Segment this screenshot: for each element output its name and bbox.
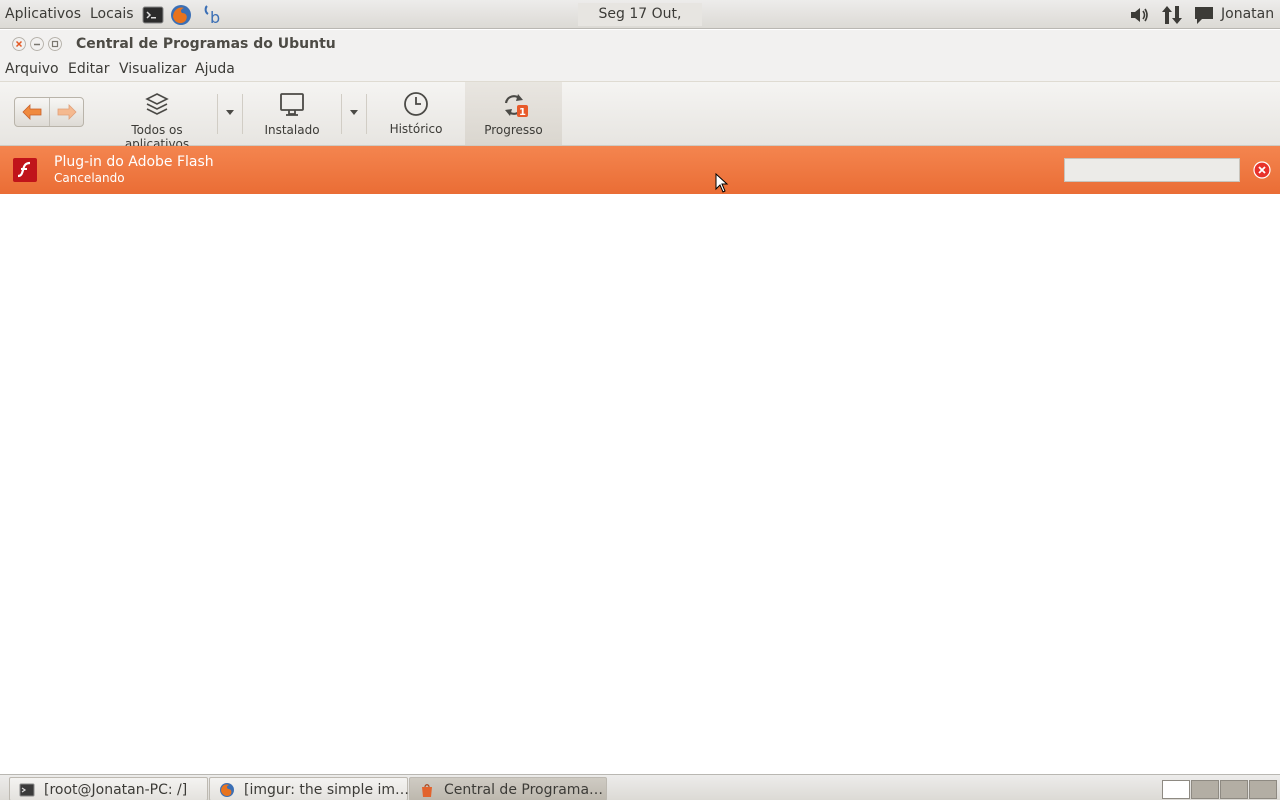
chevron-down-icon[interactable]	[349, 108, 359, 116]
taskbar-item-label: [root@Jonatan-PC: /]	[44, 782, 188, 798]
history-label: Histórico	[389, 122, 443, 136]
menu-edit[interactable]: Editar	[68, 61, 109, 77]
menu-view[interactable]: Visualizar	[119, 61, 186, 77]
firefox-icon[interactable]	[170, 4, 192, 26]
installed-label: Instalado	[264, 123, 320, 137]
places-menu[interactable]: Locais	[90, 6, 134, 22]
progress-bar	[1064, 158, 1240, 182]
taskbar-item-terminal[interactable]: [root@Jonatan-PC: /]	[9, 777, 208, 800]
toolbar: Todos os aplicativos Instalado Histórico…	[0, 82, 1280, 151]
installed-button[interactable]: Instalado	[243, 82, 341, 145]
history-button[interactable]: Histórico	[367, 82, 465, 145]
applications-menu[interactable]: Aplicativos	[5, 6, 81, 22]
menubar: Arquivo Editar Visualizar Ajuda	[0, 58, 1280, 82]
software-center-icon	[422, 784, 432, 797]
taskbar-item-label: [imgur: the simple im…	[244, 782, 410, 798]
menu-file[interactable]: Arquivo	[5, 61, 59, 77]
main-content	[0, 194, 1280, 774]
navigation-buttons	[14, 97, 84, 127]
mouse-cursor-icon	[715, 173, 729, 193]
close-window-icon[interactable]	[12, 37, 26, 51]
item-name: Plug-in do Adobe Flash	[54, 154, 214, 170]
maximize-window-icon[interactable]	[48, 37, 62, 51]
network-icon[interactable]	[1160, 3, 1184, 27]
clock[interactable]: Seg 17 Out, 22:20	[578, 3, 702, 45]
window-titlebar: Central de Programas do Ubuntu	[0, 30, 1280, 58]
item-status: Cancelando	[54, 171, 125, 185]
workspace-3[interactable]	[1220, 780, 1248, 799]
chat-icon[interactable]	[1192, 3, 1216, 27]
flash-icon	[13, 158, 37, 182]
bottom-panel: [root@Jonatan-PC: /] [imgur: the simple …	[0, 774, 1280, 800]
svg-text:b: b	[210, 8, 220, 26]
firefox-icon	[220, 783, 234, 797]
workspace-2[interactable]	[1191, 780, 1219, 799]
workspace-1[interactable]	[1162, 780, 1190, 799]
back-arrow-icon[interactable]	[15, 98, 49, 126]
progress-button[interactable]: 1 Progresso	[465, 82, 562, 145]
taskbar-item-firefox[interactable]: [imgur: the simple im…	[209, 777, 410, 800]
chevron-down-icon[interactable]	[225, 108, 235, 116]
all-apps-button[interactable]: Todos os aplicativos	[98, 82, 216, 151]
monitor-icon	[280, 93, 304, 116]
terminal-icon	[19, 783, 35, 797]
sync-icon: 1	[504, 94, 528, 118]
forward-arrow-icon[interactable]	[50, 98, 84, 126]
user-name[interactable]: Jonatan	[1221, 6, 1274, 22]
clock-icon	[404, 92, 428, 116]
top-panel: Aplicativos Locais b Seg 17 Out, 22:20 J…	[0, 0, 1280, 45]
minimize-window-icon[interactable]	[30, 37, 44, 51]
taskbar-item-label: Central de Programa…	[444, 782, 604, 798]
menu-help[interactable]: Ajuda	[195, 61, 235, 77]
workspace-4[interactable]	[1249, 780, 1277, 799]
help-icon[interactable]: b	[202, 4, 224, 26]
taskbar-item-software-center[interactable]: Central de Programa…	[409, 777, 607, 800]
all-apps-icon	[145, 93, 169, 115]
cancel-icon[interactable]	[1253, 161, 1271, 179]
progress-badge: 1	[519, 107, 526, 118]
window-title: Central de Programas do Ubuntu	[76, 36, 336, 52]
volume-icon[interactable]	[1128, 3, 1152, 27]
terminal-icon[interactable]	[142, 4, 164, 26]
progress-label: Progresso	[484, 123, 543, 137]
